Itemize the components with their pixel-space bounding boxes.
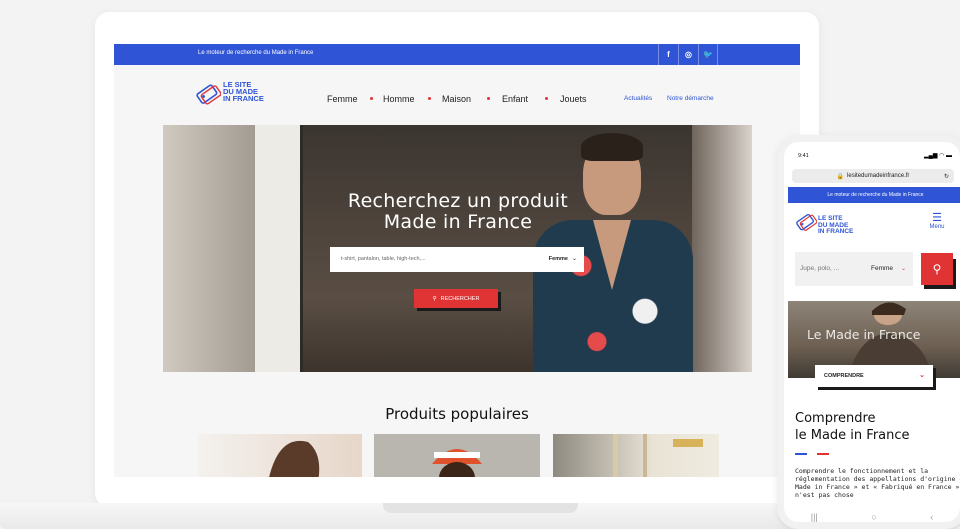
mobile-search-input[interactable]: Jupe, polo, ... Femme ⌄ xyxy=(795,252,913,286)
menu-label: Menu xyxy=(929,224,945,230)
category-select[interactable]: Femme xyxy=(871,265,893,272)
product-card[interactable] xyxy=(374,434,540,477)
mobile-site-logo[interactable]: LE SITE DU MADE IN FRANCE xyxy=(795,211,865,237)
comprendre-button[interactable]: COMPRENDRE ⌄ xyxy=(815,365,933,387)
category-select[interactable]: Femme xyxy=(549,256,568,262)
instagram-icon[interactable]: ◎ xyxy=(678,44,698,65)
heading-line: Comprendre xyxy=(795,411,876,426)
mobile-top-bar: Le moteur de recherche du Made in France xyxy=(788,187,960,203)
nav-enfant[interactable]: Enfant xyxy=(502,94,528,104)
hero-title-line: Recherchez un produit xyxy=(347,190,569,212)
address-text: lesitedumadeinfrance.fr xyxy=(847,173,910,179)
logo-text: LE SITE DU MADE IN FRANCE xyxy=(223,81,283,103)
nav-separator xyxy=(487,97,490,100)
reload-icon[interactable]: ↻ xyxy=(944,173,949,180)
facebook-icon[interactable]: f xyxy=(658,44,678,65)
address-bar[interactable]: 🔒 lesitedumadeinfrance.fr ↻ xyxy=(792,169,954,183)
browser-nav: ||| ○ ‹ xyxy=(784,507,960,522)
hero-banner: Recherchez un produit Made in France t-s… xyxy=(163,125,752,372)
product-image xyxy=(613,434,703,477)
devices-mockup: Le moteur de recherche du Made in France… xyxy=(0,0,960,529)
nav-separator xyxy=(428,97,431,100)
blue-line xyxy=(795,453,807,455)
nav-separator xyxy=(370,97,373,100)
mobile-search-button[interactable]: ⚲ xyxy=(921,253,953,285)
nav-maison[interactable]: Maison xyxy=(442,94,471,104)
lock-icon: 🔒 xyxy=(836,173,845,180)
search-placeholder: t-shirt, pantalon, table, high-tech,... xyxy=(341,256,426,262)
nav-homme[interactable]: Homme xyxy=(383,94,415,104)
search-icon: ⚲ xyxy=(932,262,942,276)
signal-icons: ▂▄▆ ◠ ▬ xyxy=(924,153,953,159)
search-placeholder: Jupe, polo, ... xyxy=(800,265,840,272)
nav-separator xyxy=(545,97,548,100)
back-icon[interactable]: ‹ xyxy=(930,512,933,522)
chevron-down-icon: ⌄ xyxy=(919,372,925,379)
chevron-down-icon: ⌄ xyxy=(901,266,907,272)
hero-photo-wall xyxy=(692,125,752,372)
hero-title-line: Made in France xyxy=(383,211,533,233)
popular-title: Produits populaires xyxy=(385,405,529,423)
heading-line: le Made in France xyxy=(795,428,910,443)
product-card[interactable] xyxy=(553,434,719,477)
product-card[interactable] xyxy=(198,434,362,477)
chevron-down-icon: ⌄ xyxy=(571,256,577,262)
phone-frame: 9:41 ▂▄▆ ◠ ▬ 🔒 lesitedumadeinfrance.fr ↻… xyxy=(777,135,960,529)
site-logo[interactable]: LE SITE DU MADE IN FRANCE xyxy=(195,81,275,111)
product-image xyxy=(269,440,320,477)
search-button-label: RECHERCHER xyxy=(440,295,480,302)
nav-femme[interactable]: Femme xyxy=(327,94,358,104)
tagline: Le moteur de recherche du Made in France xyxy=(198,50,314,56)
tag-logo-icon xyxy=(796,213,818,231)
recent-apps-icon[interactable]: ||| xyxy=(811,512,818,522)
hamburger-icon: ☰ xyxy=(932,212,942,224)
hero-photo-frame xyxy=(255,125,303,372)
nav-jouets[interactable]: Jouets xyxy=(560,94,587,104)
top-bar: Le moteur de recherche du Made in France… xyxy=(114,44,800,65)
search-button[interactable]: ⚲ RECHERCHER xyxy=(414,289,498,308)
home-icon[interactable]: ○ xyxy=(871,512,876,522)
mobile-hero-title: Le Made in France xyxy=(807,327,921,342)
section-heading: Comprendre le Made in France xyxy=(795,410,960,444)
section-paragraph: Comprendre le fonctionnement et la régle… xyxy=(795,467,960,499)
twitter-icon[interactable]: 🐦 xyxy=(698,44,718,65)
tag-logo-icon xyxy=(196,84,222,105)
comprendre-label: COMPRENDRE xyxy=(824,373,864,379)
laptop-notch xyxy=(383,503,578,513)
hero-title: Recherchez un produit Made in France xyxy=(313,191,603,233)
search-input[interactable]: t-shirt, pantalon, table, high-tech,... … xyxy=(330,247,584,272)
laptop-screen: Le moteur de recherche du Made in France… xyxy=(114,44,800,477)
product-image xyxy=(432,449,482,477)
hero-photo-hair xyxy=(581,133,643,161)
logo-line: IN FRANCE xyxy=(818,228,854,235)
logo-line: IN FRANCE xyxy=(223,94,264,103)
search-icon: ⚲ xyxy=(432,295,437,302)
nav-notre-demarche[interactable]: Notre démarche xyxy=(667,95,714,102)
menu-button[interactable]: ☰ Menu xyxy=(924,212,950,231)
status-time: 9:41 xyxy=(798,153,809,159)
logo-text: LE SITE DU MADE IN FRANCE xyxy=(818,215,854,236)
nav-actualites[interactable]: Actualités xyxy=(624,95,652,102)
red-line xyxy=(817,453,829,455)
